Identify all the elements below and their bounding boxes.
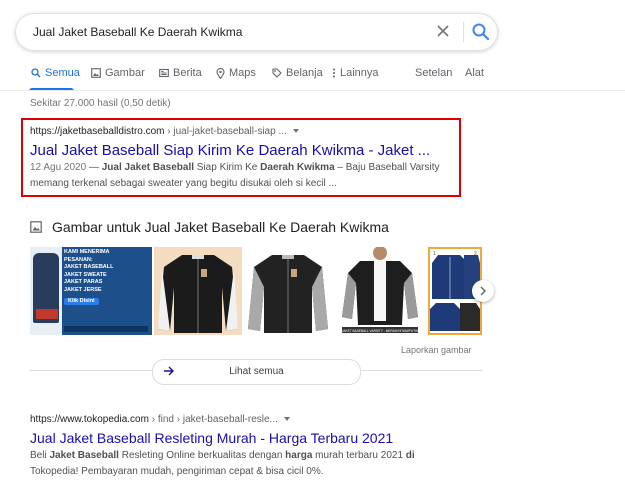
tab-setelan[interactable]: Setelan: [415, 67, 452, 79]
tab-belanja[interactable]: Belanja: [272, 67, 323, 79]
result-stats: Sekitar 27.000 hasil (0,50 detik): [30, 98, 171, 109]
tab-label: Setelan: [415, 67, 453, 79]
image-thumbnail[interactable]: JAKET BASEBALL VARSITY - MERAH/HITAM/PUT…: [334, 247, 426, 335]
thumb-badge: [36, 309, 58, 319]
tab-label: Gambar: [105, 67, 145, 79]
tab-label: Alat: [465, 67, 484, 79]
snippet-bold: harga: [285, 450, 313, 461]
see-all-images-button[interactable]: Lihat semua: [152, 359, 361, 385]
tab-label: Lainnya: [340, 67, 379, 79]
thumb-text: JAKET BASEBALL: [64, 264, 114, 271]
tab-label: Maps: [229, 67, 256, 79]
result-snippet: 12 Agu 2020 — Jual Jaket Baseball Siap K…: [30, 160, 450, 192]
svg-text:1: 1: [433, 251, 436, 257]
thumb-text: JAKET PARAS: [64, 279, 103, 286]
chevron-down-icon[interactable]: [283, 417, 290, 422]
tag-icon: [272, 68, 282, 78]
search-tabs: Semua Gambar Berita Maps Belanja Lainnya…: [0, 61, 625, 91]
image-icon: [30, 221, 42, 233]
thumb-footer: [64, 326, 148, 332]
images-next-button[interactable]: [472, 280, 494, 302]
tab-label: Semua: [45, 67, 80, 79]
snippet-bold: Jaket Baseball: [49, 450, 119, 461]
result-path: › jual-jaket-baseball-siap ...: [164, 126, 287, 137]
person-jacket-image: JAKET BASEBALL VARSITY - MERAH/HITAM/PUT…: [342, 247, 419, 333]
report-images-link[interactable]: Laporkan gambar: [401, 345, 472, 355]
snippet-bold: di: [405, 450, 415, 461]
thumb-text: PESANAN:: [64, 256, 93, 263]
tab-label: Belanja: [286, 67, 323, 79]
tab-alat[interactable]: Alat: [465, 67, 484, 79]
jacket-image: [248, 255, 328, 333]
search-bar[interactable]: Jual Jaket Baseball Ke Daerah Kwikma: [15, 13, 498, 51]
result-title[interactable]: Jual Jaket Baseball Resleting Murah - Ha…: [30, 430, 393, 446]
snippet-bold: Daerah Kwikma: [260, 162, 335, 173]
search-icon: [31, 68, 41, 78]
search-icon[interactable]: [471, 22, 491, 42]
thumb-text: Klik Disini: [64, 297, 99, 306]
search-divider: [463, 22, 464, 42]
thumb-caption: JAKET BASEBALL VARSITY - MERAH/HITAM/PUT…: [342, 329, 419, 333]
snippet-text: murah terbaru 2021: [312, 450, 406, 461]
result-date: 12 Agu 2020: [30, 162, 87, 173]
thumb-text: KAMI MENERIMA: [64, 249, 110, 255]
tab-gambar[interactable]: Gambar: [91, 67, 145, 79]
search-input[interactable]: Jual Jaket Baseball Ke Daerah Kwikma: [33, 25, 242, 39]
image-thumbnail[interactable]: KAMI MENERIMA PESANAN: JAKET BASEBALL JA…: [30, 247, 152, 335]
result-domain: https://jaketbaseballdistro.com: [30, 126, 165, 137]
result-path: › find › jaket-baseball-resle...: [148, 414, 278, 425]
chevron-right-icon: [480, 286, 486, 296]
images-heading-label: Gambar untuk Jual Jaket Baseball Ke Daer…: [52, 219, 389, 235]
snippet-bold: Jual Jaket Baseball: [101, 162, 195, 173]
image-icon: [91, 68, 101, 78]
jacket-image: [158, 255, 238, 333]
thumb-text: JAKET SWEATE: [64, 271, 107, 278]
tab-lainnya[interactable]: Lainnya: [332, 67, 379, 79]
snippet-text: Resleting Online berkualitas dengan: [118, 450, 286, 461]
news-icon: [159, 68, 169, 78]
snippet-text: Beli: [30, 450, 50, 461]
map-pin-icon: [216, 67, 225, 79]
image-thumbnail[interactable]: [244, 247, 332, 335]
chevron-down-icon[interactable]: [292, 129, 299, 134]
images-heading[interactable]: Gambar untuk Jual Jaket Baseball Ke Daer…: [30, 219, 389, 235]
tab-label: Berita: [173, 67, 202, 79]
tab-berita[interactable]: Berita: [159, 67, 202, 79]
result-url[interactable]: https://jaketbaseballdistro.com › jual-j…: [30, 126, 299, 137]
clear-icon[interactable]: [435, 23, 451, 39]
tabs-divider: [0, 90, 625, 91]
svg-text:2: 2: [474, 251, 477, 257]
see-all-label: Lihat semua: [229, 366, 284, 377]
result-title[interactable]: Jual Jaket Baseball Siap Kirim Ke Daerah…: [30, 142, 430, 159]
tab-maps[interactable]: Maps: [216, 67, 256, 79]
result-domain: https://www.tokopedia.com: [30, 414, 149, 425]
more-icon: [333, 68, 335, 78]
tab-semua[interactable]: Semua: [31, 67, 80, 79]
thumb-text-block: KAMI MENERIMA PESANAN: JAKET BASEBALL JA…: [64, 249, 150, 306]
thumb-text: JAKET JERSE: [64, 286, 102, 293]
result-url[interactable]: https://www.tokopedia.com › find › jaket…: [30, 414, 290, 425]
result-snippet: Beli Jaket Baseball Resleting Online ber…: [30, 448, 450, 480]
snippet-text: —: [86, 162, 102, 173]
snippet-text: Siap Kirim Ke: [194, 162, 261, 173]
snippet-text: Tokopedia! Pembayaran mudah, pengiriman …: [30, 466, 324, 477]
image-thumbnail[interactable]: [154, 247, 242, 335]
